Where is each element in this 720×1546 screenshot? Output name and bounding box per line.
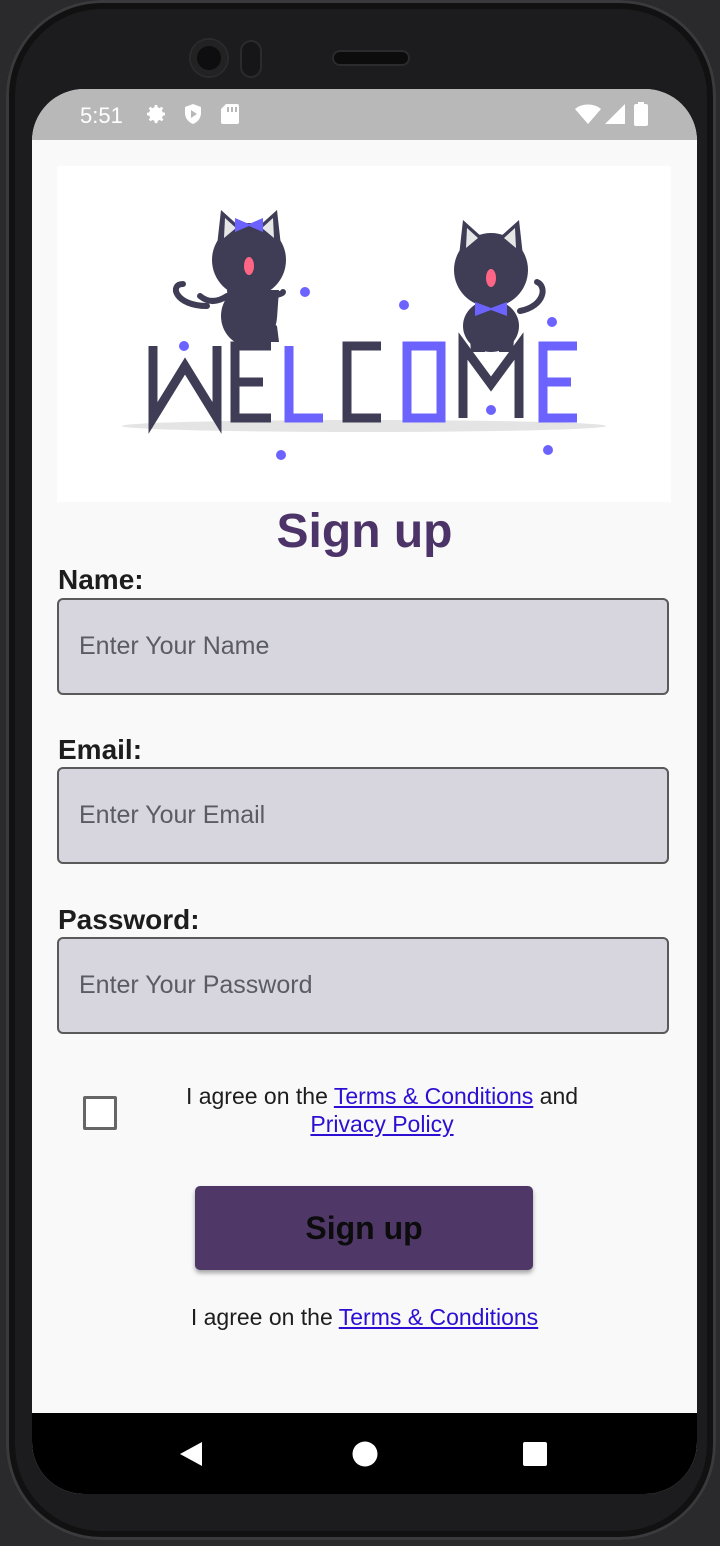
password-input[interactable]: [59, 939, 667, 1032]
terms-link[interactable]: Terms & Conditions: [334, 1083, 533, 1109]
password-field[interactable]: [57, 937, 669, 1034]
recents-icon[interactable]: [522, 1440, 548, 1468]
footer-agree-text: I agree on the Terms & Conditions: [32, 1304, 697, 1331]
footer-agree-prefix: I agree on the: [190, 1304, 339, 1330]
footer-terms-link[interactable]: Terms & Conditions: [339, 1304, 538, 1330]
agree-prefix: I agree on the: [185, 1083, 334, 1109]
name-field[interactable]: [57, 598, 669, 695]
status-time: 5:51: [80, 103, 123, 128]
home-icon[interactable]: [352, 1440, 378, 1468]
welcome-illustration: [57, 166, 671, 502]
signup-screen: Sign up Name: Email: Password: I agree o…: [32, 140, 697, 1413]
back-icon[interactable]: [178, 1440, 204, 1468]
name-label: Name:: [58, 564, 144, 595]
email-field[interactable]: [57, 767, 669, 864]
shield-play-icon: [185, 104, 201, 124]
welcome-cats-image: [122, 210, 606, 460]
sd-card-icon: [221, 104, 239, 124]
email-input[interactable]: [59, 769, 667, 862]
front-camera: [191, 40, 227, 76]
battery-icon: [634, 102, 648, 126]
screen: 5:51 Sign up Name: Enter Your Name Email…: [32, 89, 697, 1494]
email-label: Email:: [58, 734, 143, 765]
navigation-bar: [32, 1413, 697, 1494]
wifi-icon: [575, 104, 601, 124]
sensor: [242, 42, 260, 76]
signal-icon: [605, 104, 625, 124]
earpiece-speaker: [334, 52, 408, 64]
signup-button[interactable]: Sign up: [195, 1186, 533, 1270]
name-input[interactable]: [59, 600, 667, 693]
page-title: Sign up: [276, 505, 453, 558]
gear-icon: [147, 105, 165, 124]
status-bar: 5:51: [32, 89, 697, 140]
agree-and: and: [533, 1083, 579, 1109]
privacy-link[interactable]: Privacy Policy: [310, 1111, 453, 1137]
password-label: Password:: [58, 904, 200, 935]
agree-text: I agree on the Terms & Conditions and Pr…: [32, 1082, 652, 1138]
